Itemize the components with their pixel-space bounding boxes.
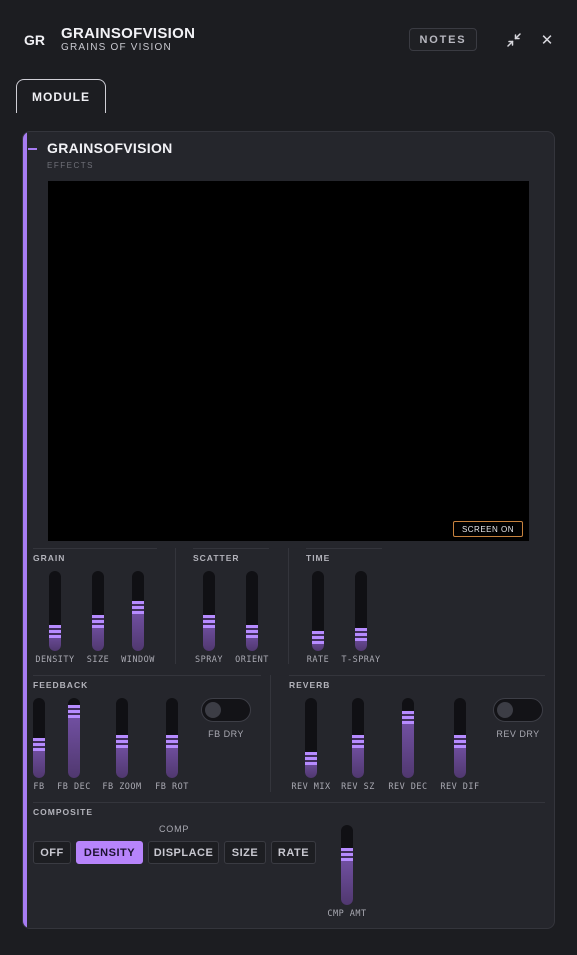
slider-fb-rot[interactable] (166, 698, 178, 778)
slider-fb[interactable] (33, 698, 45, 778)
slider-label-orient: ORIENT (235, 655, 269, 665)
slider-label-size: SIZE (86, 655, 110, 665)
slider-label-window: WINDOW (121, 655, 155, 665)
toggle-label-fb-dry: FB DRY (208, 729, 244, 739)
slider-label-fb: FB (33, 782, 45, 792)
slider-label-cmp-amt: CMP AMT (327, 909, 367, 919)
window-title: GRAINSOFVISION (61, 25, 196, 42)
accent-tick (28, 148, 37, 150)
slider-fb-zoom[interactable] (116, 698, 128, 778)
comp-label: COMP (159, 824, 190, 834)
slider-size[interactable] (92, 571, 104, 651)
video-screen: SCREEN ON (48, 181, 529, 541)
group-divider (33, 675, 261, 676)
accent-bar (23, 132, 27, 928)
slider-label-rev-dif: REV DIF (440, 782, 480, 792)
group-label-time: TIME (306, 553, 331, 563)
module-category: EFFECTS (47, 161, 94, 170)
slider-fb-dec[interactable] (68, 698, 80, 778)
close-icon[interactable]: ✕ (537, 30, 557, 50)
tab-module[interactable]: MODULE (16, 79, 106, 113)
module-badge: GR (24, 32, 45, 48)
fb-dry-toggle[interactable] (201, 698, 251, 722)
toggle-label-rev-dry: REV DRY (496, 729, 540, 739)
slider-rev-mix[interactable] (305, 698, 317, 778)
comp-option-size[interactable]: SIZE (224, 841, 266, 864)
slider-label-rate: RATE (306, 655, 330, 665)
group-label-feedback: FEEDBACK (33, 680, 89, 690)
slider-label-t-spray: T-SPRAY (341, 655, 381, 665)
slider-label-fb-rot: FB ROT (155, 782, 189, 792)
slider-rev-dif[interactable] (454, 698, 466, 778)
group-separator (288, 548, 289, 664)
slider-t-spray[interactable] (355, 571, 367, 651)
slider-label-fb-dec: FB DEC (57, 782, 91, 792)
module-panel: GRAINSOFVISION EFFECTS SCREEN ON GRAIN S… (22, 131, 555, 929)
group-label-grain: GRAIN (33, 553, 66, 563)
slider-window[interactable] (132, 571, 144, 651)
slider-spray[interactable] (203, 571, 215, 651)
group-label-composite: COMPOSITE (33, 807, 94, 817)
collapse-arrows-icon[interactable] (504, 30, 524, 50)
slider-label-spray: SPRAY (194, 655, 224, 665)
slider-rev-dec[interactable] (402, 698, 414, 778)
group-divider (33, 802, 545, 803)
group-label-reverb: REVERB (289, 680, 331, 690)
comp-option-displace[interactable]: DISPLACE (148, 841, 219, 864)
notes-button[interactable]: NOTES (409, 28, 477, 51)
group-divider (193, 548, 269, 549)
slider-cmp-amt[interactable] (341, 825, 353, 905)
slider-rate[interactable] (312, 571, 324, 651)
window-subtitle: GRAINS OF VISION (61, 42, 172, 53)
group-separator (175, 548, 176, 664)
group-divider (33, 548, 157, 549)
slider-rev-sz[interactable] (352, 698, 364, 778)
group-separator (270, 675, 271, 792)
rev-dry-toggle[interactable] (493, 698, 543, 722)
slider-label-rev-sz: REV SZ (341, 782, 375, 792)
slider-orient[interactable] (246, 571, 258, 651)
slider-label-rev-mix: REV MIX (291, 782, 331, 792)
toggle-knob (497, 702, 513, 718)
toggle-knob (205, 702, 221, 718)
slider-label-density: DENSITY (35, 655, 75, 665)
comp-option-density[interactable]: DENSITY (76, 841, 143, 864)
comp-option-rate[interactable]: RATE (271, 841, 316, 864)
group-divider (289, 675, 545, 676)
slider-label-fb-zoom: FB ZOOM (102, 782, 142, 792)
comp-option-off[interactable]: OFF (33, 841, 71, 864)
group-label-scatter: SCATTER (193, 553, 240, 563)
title-bar: GR GRAINSOFVISION GRAINS OF VISION NOTES… (0, 0, 577, 75)
module-title: GRAINSOFVISION (47, 140, 173, 156)
group-divider (306, 548, 382, 549)
slider-density[interactable] (49, 571, 61, 651)
screen-on-button[interactable]: SCREEN ON (452, 521, 523, 537)
slider-label-rev-dec: REV DEC (388, 782, 428, 792)
